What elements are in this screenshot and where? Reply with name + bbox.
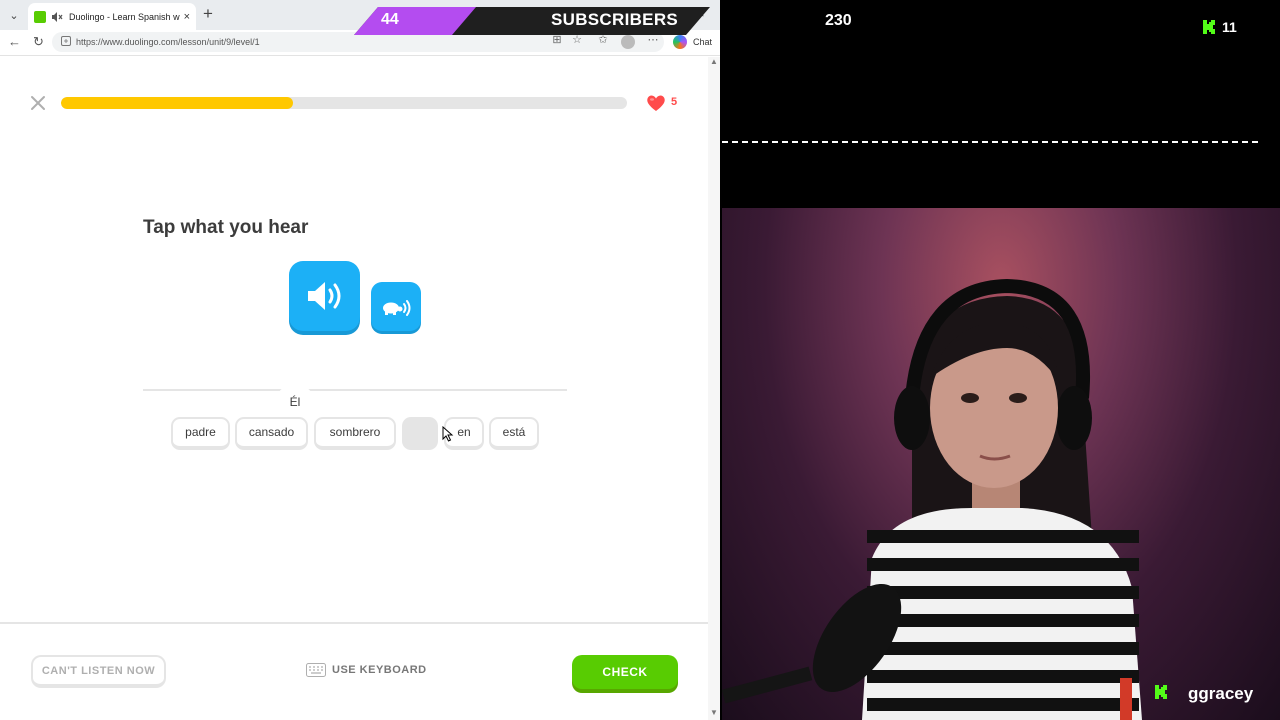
mouse-cursor-icon (442, 426, 454, 442)
footer-divider (0, 622, 708, 624)
tab-duolingo[interactable]: Duolingo - Learn Spanish with × (28, 3, 196, 30)
lesson-progress-fill (61, 97, 294, 109)
favorites-list-icon[interactable]: ✩ (596, 33, 610, 47)
scroll-down-icon[interactable]: ▼ (710, 708, 718, 717)
cant-listen-now-button[interactable]: CAN'T LISTEN NOW (31, 655, 166, 688)
play-audio-button[interactable] (289, 261, 360, 331)
chat-label[interactable]: Chat (693, 37, 712, 47)
reload-icon[interactable]: ↻ (33, 34, 44, 50)
selected-word-tile[interactable]: Él (279, 388, 311, 416)
use-keyboard-label: USE KEYBOARD (332, 664, 427, 676)
streamer-webcam-image (722, 278, 1142, 720)
speaker-icon (307, 282, 340, 310)
check-button[interactable]: CHECK (572, 655, 678, 689)
heart-icon (647, 95, 665, 111)
challenge-prompt: Tap what you hear (143, 217, 309, 238)
word-bank-tile[interactable]: padre (171, 417, 230, 450)
new-tab-plus-icon[interactable]: + (203, 4, 213, 24)
streamer-name: ggracey (1188, 684, 1254, 703)
answer-line (143, 389, 567, 391)
kick-viewer-count: 11 (1222, 19, 1237, 35)
subscriber-label: SUBSCRIBERS (551, 10, 679, 29)
favorite-star-icon[interactable]: ☆ (570, 33, 584, 47)
browser-window: ⌄ Duolingo - Learn Spanish with × + × ← … (0, 0, 720, 720)
kick-logo-icon (1155, 685, 1167, 699)
tab-title: Duolingo - Learn Spanish with (69, 11, 180, 22)
turtle-icon (383, 299, 411, 316)
overlay-divider (722, 141, 1258, 143)
used-word-placeholder (402, 417, 438, 450)
url-text: https://www.duolingo.com/lesson/unit/9/l… (76, 37, 260, 47)
tab-list-chevron-icon[interactable]: ⌄ (4, 5, 24, 25)
viewer-count: 230 (825, 12, 852, 29)
profile-avatar[interactable] (621, 35, 635, 49)
back-arrow-icon[interactable]: ← (8, 34, 21, 49)
speaker-muted-icon[interactable] (51, 11, 63, 23)
apps-grid-icon[interactable]: ⊞ (550, 33, 564, 47)
page-scrollbar[interactable]: ▲ ▼ (708, 57, 720, 720)
scroll-up-icon[interactable]: ▲ (710, 57, 718, 66)
more-menu-icon[interactable]: ⋯ (646, 33, 660, 47)
lesson-progress-bar (61, 97, 627, 109)
site-info-icon[interactable] (60, 35, 72, 47)
keyboard-icon (306, 663, 326, 677)
use-keyboard-button[interactable]: USE KEYBOARD (306, 663, 427, 677)
tab-close-icon[interactable]: × (184, 11, 190, 23)
play-slow-audio-button[interactable] (371, 282, 421, 331)
screen: ⌄ Duolingo - Learn Spanish with × + × ← … (0, 0, 1280, 720)
word-bank-tile[interactable]: sombrero (314, 417, 396, 450)
duolingo-favicon-icon (34, 10, 46, 23)
kick-logo-icon (1203, 20, 1215, 34)
hearts-count: 5 (671, 96, 678, 108)
word-bank-tile[interactable]: está (489, 417, 539, 450)
webcam-feed (722, 208, 1280, 720)
word-bank-tile[interactable]: cansado (235, 417, 308, 450)
close-lesson-icon[interactable] (29, 94, 47, 112)
copilot-icon[interactable] (673, 35, 687, 49)
subscriber-count: 44 (381, 11, 399, 28)
